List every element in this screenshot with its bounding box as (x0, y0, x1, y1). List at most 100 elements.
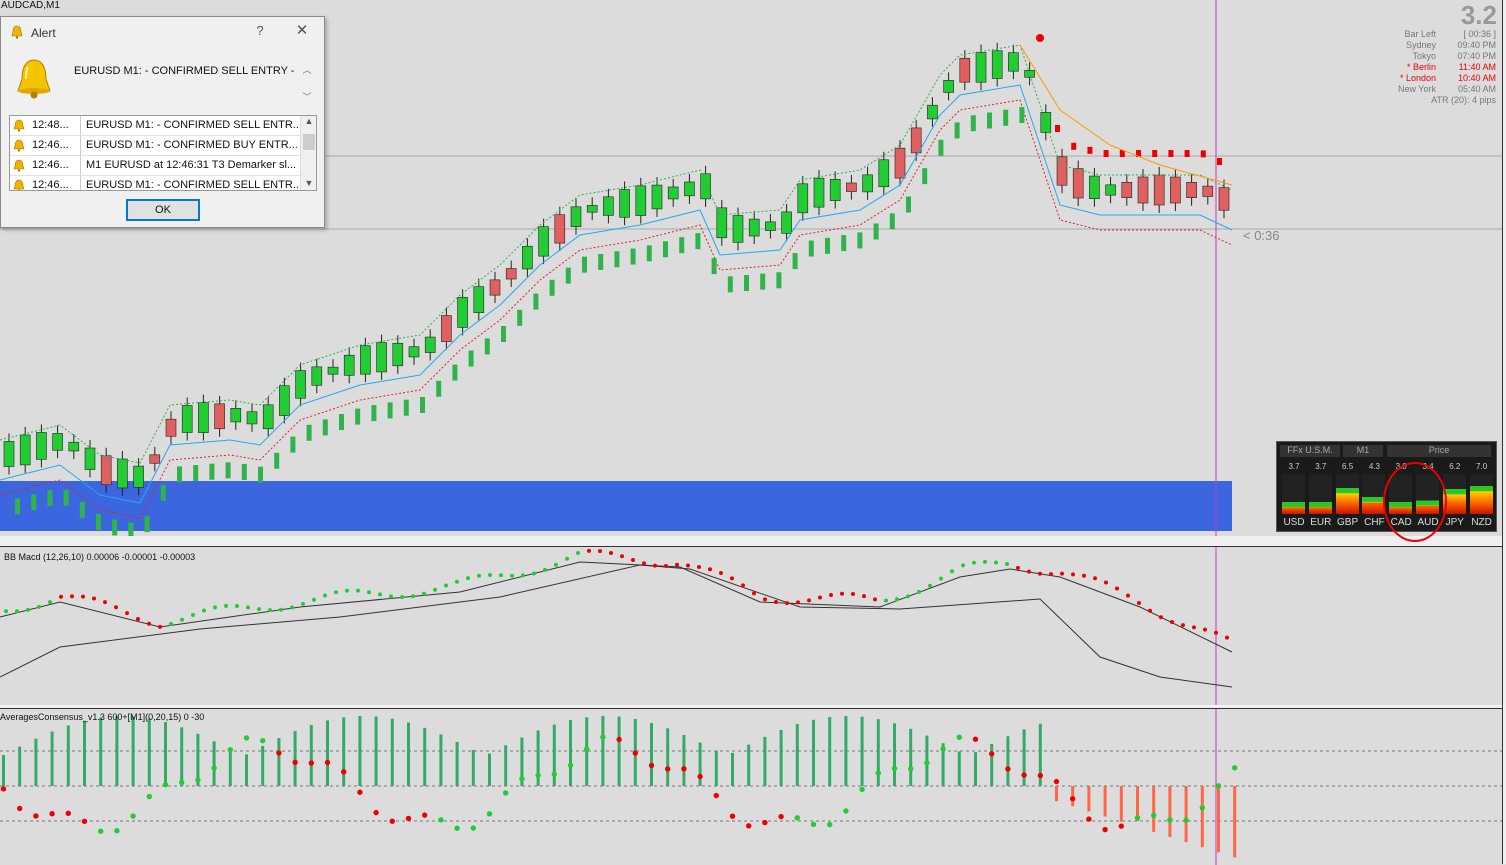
column-divider (80, 136, 81, 155)
macd-dot (1214, 630, 1218, 635)
candle-body (975, 52, 987, 83)
macd-dot (543, 567, 547, 572)
alert-row-message: EURUSD M1: - CONFIRMED BUY ENTR... (86, 139, 298, 151)
list-scrollbar[interactable]: ▲ ▼ (300, 116, 316, 190)
session-time: 10:40 AM (1457, 73, 1496, 83)
consensus-bar (358, 716, 362, 786)
macd-dot (1159, 615, 1163, 620)
consensus-pane[interactable]: AveragesConsensus_v1.3 600+[M1](0,20,15)… (0, 708, 1502, 865)
list-scroll-thumb[interactable] (303, 134, 315, 150)
column-divider (80, 116, 81, 135)
consensus-bar (909, 728, 913, 786)
pane-separator[interactable] (0, 536, 1506, 546)
trend-dot (792, 253, 798, 270)
session-row: * Berlin 11:40 AM (1360, 62, 1500, 73)
scroll-up-icon[interactable]: ︿ (299, 63, 315, 76)
bell-icon (13, 179, 25, 190)
consensus-dot (470, 825, 476, 831)
alert-message: EURUSD M1: - CONFIRMED SELL ENTRY - (74, 65, 295, 77)
consensus-label: AveragesConsensus_v1.3 600+[M1](0,20,15)… (0, 712, 205, 722)
consensus-dot (438, 817, 444, 823)
macd-dot (1192, 625, 1196, 630)
macd-dot (466, 576, 470, 581)
consensus-dot (778, 813, 784, 820)
price-scale[interactable] (1502, 0, 1506, 864)
macd-dot (576, 550, 580, 555)
consensus-dot (373, 809, 379, 816)
consensus-dot (616, 736, 622, 743)
alert-row[interactable]: 12:46... M1 EURUSD at 12:46:31 T3 Demarke… (10, 156, 300, 176)
help-button[interactable]: ? (253, 23, 267, 38)
alert-row-time: 12:46... (32, 159, 69, 171)
consensus-bar (812, 719, 815, 786)
macd-dot (752, 591, 756, 596)
consensus-bar (714, 750, 718, 786)
alert-dialog[interactable]: Alert ? ✕ EURUSD M1: - CONFIRMED SELL EN… (0, 16, 325, 228)
list-scroll-down-icon[interactable]: ▼ (301, 178, 316, 188)
candle-body (991, 50, 1003, 79)
trend-dot (79, 501, 85, 518)
candle-body (959, 57, 971, 83)
session-clock-panel: 3.2 Bar Left[ 00:36 ] Sydney 09:40 PM Tokyo… (1360, 0, 1500, 110)
consensus-dot (989, 751, 995, 757)
macd-dot (851, 592, 855, 597)
alert-row[interactable]: 12:46... EURUSD M1: - CONFIRMED SELL ENTR… (10, 176, 300, 190)
trend-dot (112, 519, 118, 536)
consensus-bar (2, 754, 5, 786)
macd-dot (862, 594, 866, 599)
candle-body (651, 184, 663, 210)
consensus-dot (503, 790, 509, 796)
candle-body (894, 147, 906, 179)
consensus-dot (713, 792, 719, 799)
macd-dot (147, 621, 151, 626)
alert-row[interactable]: 12:48... EURUSD M1: - CONFIRMED SELL ENTR… (10, 116, 300, 136)
alert-history-list[interactable]: 12:48... EURUSD M1: - CONFIRMED SELL ENTR… (9, 115, 317, 191)
trend-dot (711, 258, 717, 275)
macd-dot (1148, 608, 1152, 613)
macd-pane[interactable]: BB Macd (12,26,10) 0.00006 -0.00001 -0.0… (0, 546, 1502, 705)
consensus-dot (146, 793, 152, 800)
candle-body (473, 286, 485, 313)
consensus-dot (1005, 766, 1011, 772)
macd-dot (92, 596, 96, 601)
scroll-down-icon[interactable]: ﹀ (299, 90, 315, 103)
currency-label: USD (1283, 517, 1305, 528)
consensus-dot (1183, 817, 1189, 823)
macd-dot (499, 573, 503, 578)
macd-dot (697, 565, 701, 570)
macd-dot (1093, 576, 1097, 581)
macd-dot (367, 590, 371, 595)
consensus-dot (1021, 772, 1027, 778)
macd-dot (807, 598, 811, 603)
consensus-bar (407, 722, 410, 786)
candle-body (667, 186, 679, 200)
trend-dot (1184, 150, 1190, 157)
trend-dot (1217, 157, 1222, 165)
macd-dot (785, 601, 789, 606)
ok-button[interactable]: OK (126, 199, 200, 221)
macd-dot (1071, 572, 1075, 577)
consensus-dot (389, 818, 395, 824)
consensus-bar (1087, 786, 1091, 812)
macd-dot (224, 603, 228, 608)
alert-row[interactable]: 12:46... EURUSD M1: - CONFIRMED BUY ENTR.… (10, 136, 300, 156)
trend-dot (663, 241, 668, 258)
list-scroll-up-icon[interactable]: ▲ (301, 116, 316, 126)
close-button[interactable]: ✕ (294, 21, 310, 39)
consensus-dot (827, 821, 833, 828)
candle-body (19, 434, 31, 466)
message-scrollbar[interactable]: ︿ ﹀ (299, 63, 315, 109)
trend-dot (1087, 146, 1093, 154)
candle-body (1153, 174, 1165, 206)
macd-dot (708, 567, 712, 572)
trend-dot (549, 279, 555, 296)
candle-body (716, 207, 728, 239)
trend-dot (646, 245, 652, 262)
ffx-title: FFx U.S.M. (1280, 445, 1340, 457)
candle-body (165, 418, 177, 437)
candle-body (424, 336, 436, 353)
consensus-bar (844, 716, 848, 786)
consensus-bar (293, 730, 297, 786)
candle-body (1170, 176, 1181, 204)
consensus-dot (292, 759, 298, 765)
